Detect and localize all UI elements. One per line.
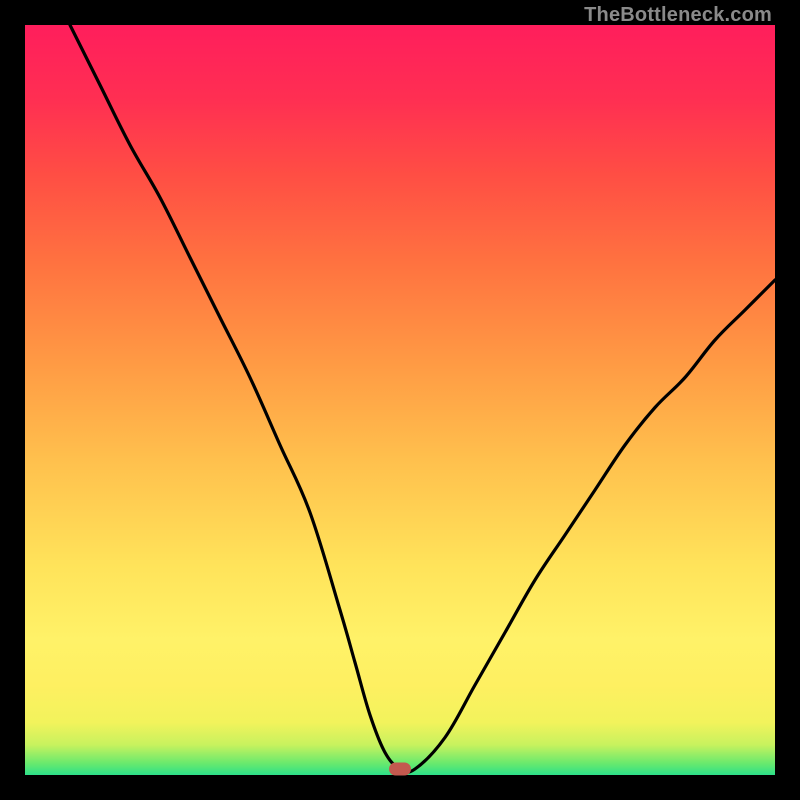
optimum-marker (389, 763, 411, 776)
chart-frame: TheBottleneck.com (0, 0, 800, 800)
watermark-text: TheBottleneck.com (584, 4, 772, 27)
bottleneck-curve (25, 25, 775, 775)
plot-area (25, 25, 775, 775)
